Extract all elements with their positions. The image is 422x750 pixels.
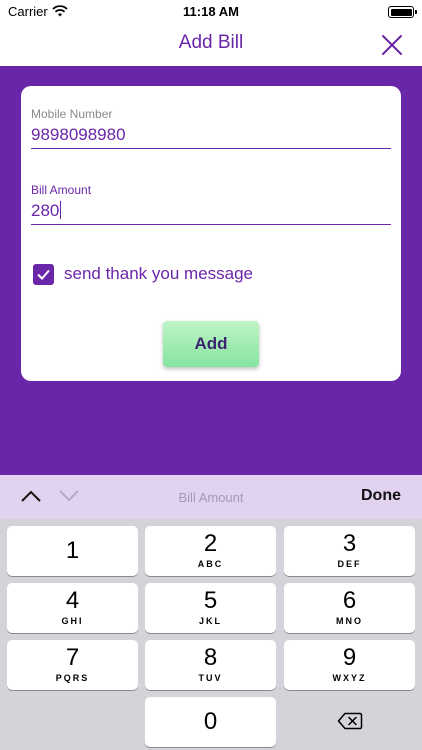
key-letters: ABC (197, 559, 224, 569)
backspace-key[interactable] (284, 697, 415, 747)
key-letters: TUV (198, 673, 223, 683)
key-digit: 5 (203, 587, 218, 614)
key-7[interactable]: 7 PQRS (7, 640, 138, 690)
mobile-number-label: Mobile Number (31, 107, 113, 121)
key-letters: PQRS (55, 673, 90, 683)
thank-you-label: send thank you message (64, 264, 254, 283)
bill-amount-input[interactable]: 280 (31, 197, 391, 225)
bill-amount-value: 280 (31, 201, 60, 220)
thank-you-checkbox[interactable] (33, 263, 54, 285)
mobile-number-input[interactable]: 9898098980 (31, 121, 391, 149)
clock: 11:18 AM (183, 4, 239, 19)
key-letters: MNO (336, 616, 363, 626)
number-keypad: 1 2 ABC 3 DEF 4 GHI 5 JKL 6 MNO 7 PQRS 8… (0, 519, 422, 750)
bill-amount-field-group: Bill Amount 280 (31, 183, 391, 225)
key-digit: 9 (342, 644, 357, 671)
key-digit: 7 (65, 644, 80, 671)
backspace-icon (337, 712, 362, 730)
bill-amount-label: Bill Amount (31, 183, 92, 197)
key-digit: 0 (203, 708, 218, 735)
key-letters: GHI (61, 616, 84, 626)
key-letters: JKL (198, 616, 222, 626)
key-digit: 3 (342, 530, 357, 557)
key-digit: 6 (342, 587, 357, 614)
key-0[interactable]: 0 (145, 697, 276, 747)
checkmark-icon (37, 269, 50, 280)
add-button[interactable]: Add (163, 321, 259, 367)
thank-you-checkbox-row[interactable]: send thank you message (33, 263, 253, 285)
close-icon[interactable] (378, 31, 406, 59)
mobile-number-field-group: Mobile Number 9898098980 (31, 107, 391, 149)
battery-icon (388, 6, 417, 18)
key-digit: 4 (65, 587, 80, 614)
key-1[interactable]: 1 (7, 526, 138, 576)
status-bar: Carrier 11:18 AM (0, 0, 422, 24)
key-2[interactable]: 2 ABC (145, 526, 276, 576)
nav-bar: Add Bill (0, 24, 422, 66)
done-button[interactable]: Done (361, 487, 401, 505)
key-6[interactable]: 6 MNO (284, 583, 415, 633)
text-caret (60, 201, 62, 219)
key-blank (7, 697, 138, 747)
key-digit: 8 (203, 644, 218, 671)
key-digit: 2 (203, 530, 218, 557)
key-4[interactable]: 4 GHI (7, 583, 138, 633)
keyboard-accessory-bar: Bill Amount Done (0, 475, 422, 519)
add-bill-card: Mobile Number 9898098980 Bill Amount 280… (21, 86, 401, 381)
key-9[interactable]: 9 WXYZ (284, 640, 415, 690)
page-title: Add Bill (178, 32, 244, 53)
key-digit: 1 (65, 537, 80, 564)
active-field-label: Bill Amount (178, 490, 244, 505)
key-letters: WXYZ (332, 673, 367, 683)
key-8[interactable]: 8 TUV (145, 640, 276, 690)
key-3[interactable]: 3 DEF (284, 526, 415, 576)
key-letters: DEF (337, 559, 362, 569)
key-5[interactable]: 5 JKL (145, 583, 276, 633)
